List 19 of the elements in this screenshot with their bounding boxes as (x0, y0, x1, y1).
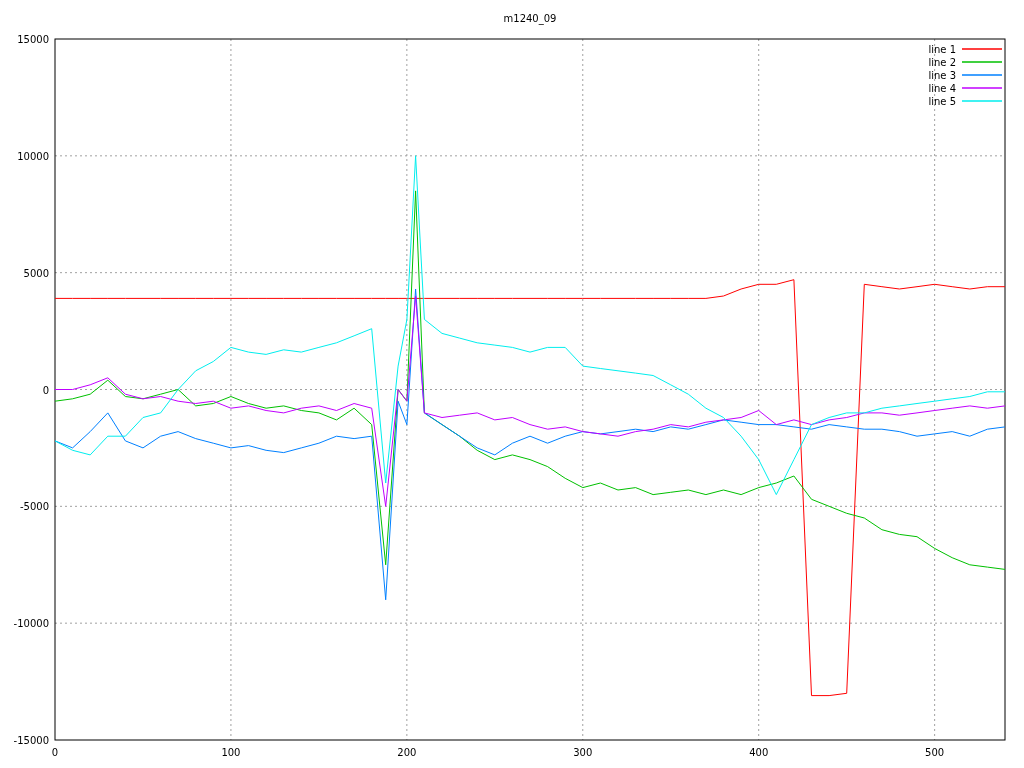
y-tick-label: 5000 (23, 267, 49, 279)
y-tick-label: -5000 (19, 501, 49, 513)
x-tick-label: 400 (749, 747, 769, 758)
x-tick-label: 300 (573, 747, 593, 758)
y-tick-label: 15000 (17, 34, 49, 45)
y-tick-label: -10000 (13, 618, 49, 630)
legend-label: line 1 (928, 44, 956, 55)
legend-label: line 4 (928, 83, 956, 94)
y-tick-label: -15000 (13, 735, 49, 746)
legend-label: line 5 (928, 96, 956, 107)
x-tick-label: 200 (397, 747, 417, 758)
x-tick-label: 0 (51, 747, 59, 758)
y-tick-label: 0 (42, 384, 49, 396)
legend-label: line 3 (928, 70, 956, 81)
y-tick-label: 10000 (17, 150, 49, 162)
x-tick-label: 500 (925, 747, 945, 758)
chart-title: m1240_09 (503, 13, 557, 24)
legend-label: line 2 (928, 57, 956, 68)
x-tick-label: 100 (221, 747, 241, 758)
